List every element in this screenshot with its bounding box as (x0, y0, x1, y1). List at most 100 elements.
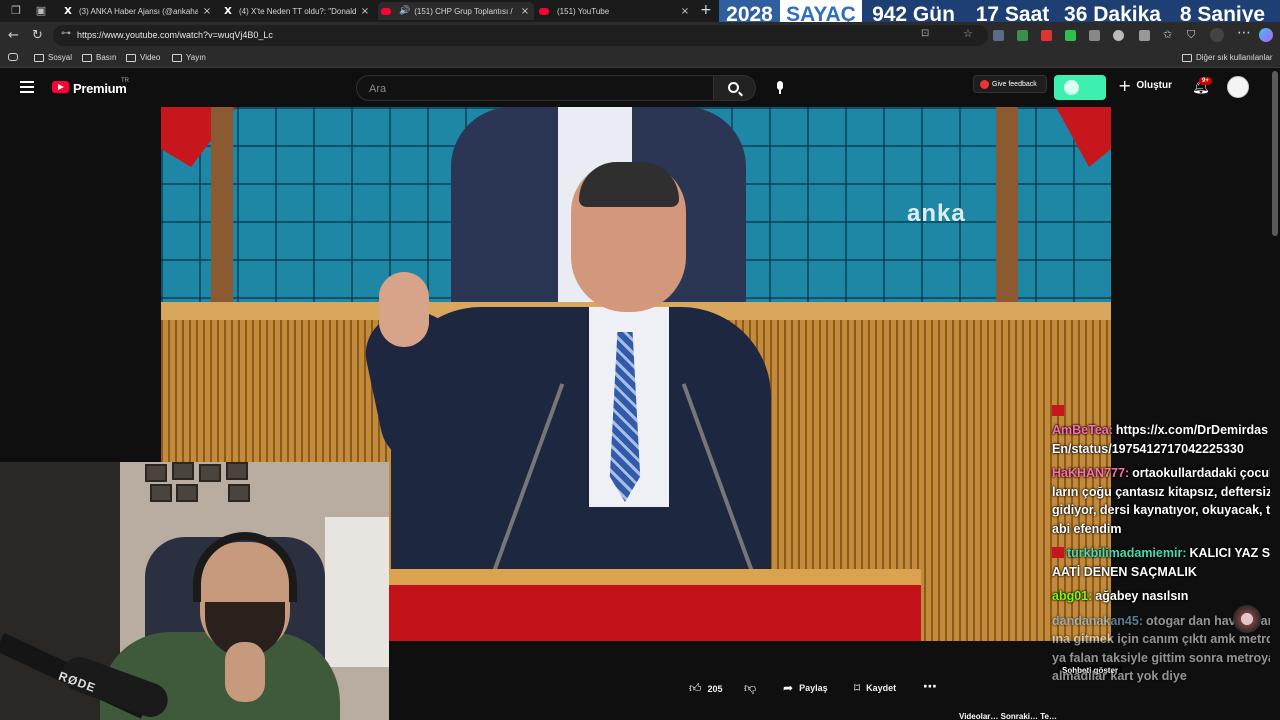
url-text[interactable]: https://www.youtube.com/watch?v=wuqVj4B0… (77, 30, 273, 40)
favorites-icon[interactable]: ✩ (1163, 28, 1172, 41)
notification-count-badge: 9+ (1199, 77, 1212, 85)
chat-message: abg01: ağabey nasılsın (1052, 587, 1276, 606)
youtube-icon (538, 7, 549, 15)
video-watermark: anka (907, 200, 966, 227)
bookmark-folder-yayin[interactable]: Yayın (172, 53, 206, 62)
streamer-hand (225, 642, 265, 702)
save-button[interactable]: ⌑ Kaydet (854, 681, 896, 695)
page-scrollbar[interactable] (1270, 69, 1280, 720)
chat-badge-icon (1052, 547, 1064, 558)
address-bar-row: ← ↻ ⊶ https://www.youtube.com/watch?v=wu… (0, 22, 1280, 49)
bookmark-star-icon[interactable]: ☆ (963, 27, 973, 40)
scrollbar-thumb[interactable] (1272, 71, 1278, 236)
tab-title: (4) X'te Neden TT oldu?: "Donald (239, 6, 356, 16)
search-placeholder: Ara (369, 83, 387, 95)
chat-message: HaKHAN777: ortaokullardadaki çocukların ç… (1052, 464, 1276, 538)
like-button[interactable]: 👍︎ 205 (689, 681, 723, 696)
tab-close-icon[interactable]: × (680, 6, 690, 17)
search-input[interactable]: Ara (356, 75, 714, 101)
picture-frame (176, 484, 198, 502)
feedback-icon (980, 79, 989, 89)
reload-icon[interactable]: ↻ (32, 28, 43, 43)
tab-close-icon[interactable]: × (520, 6, 530, 17)
webcam-overlay: RØDE (0, 462, 389, 720)
speaker-icon[interactable]: 🔊 (399, 6, 410, 16)
extension-icon[interactable] (1089, 30, 1100, 41)
chat-text: ağabey nasılsın (1095, 589, 1189, 603)
tab-title: (151) CHP Grup Toplantısı / (414, 6, 513, 16)
podium-edge (389, 569, 921, 585)
thumbs-down-icon: 👎︎ (744, 681, 757, 695)
extensions-puzzle-icon[interactable] (1139, 30, 1150, 41)
browser-menu-icon[interactable]: ⋯ (1237, 25, 1251, 41)
voice-search-icon[interactable] (776, 81, 784, 94)
other-bookmarks[interactable]: Diğer sık kullanılanlar (1182, 53, 1272, 62)
chat-message: turkbilimadamiemir: KALICI YAZ SAATİ DENE… (1052, 544, 1276, 581)
extension-icon[interactable] (1113, 30, 1124, 41)
picture-frame (226, 462, 248, 480)
x-icon: X (224, 5, 232, 17)
youtube-icon (380, 7, 391, 15)
bookmark-folder-basin[interactable]: Basın (82, 53, 116, 62)
reading-list-icon[interactable] (8, 53, 22, 61)
folder-icon (172, 53, 182, 62)
picture-frame (145, 464, 167, 482)
folder-icon (126, 53, 136, 62)
folder-icon (1182, 53, 1192, 62)
search-icon (728, 82, 739, 93)
chat-username: turkbilimadamiemir: (1067, 546, 1187, 560)
give-feedback-button[interactable]: Give feedback (973, 75, 1047, 93)
folder-icon (34, 53, 44, 62)
chat-username: abg01: (1052, 589, 1093, 603)
more-actions-icon[interactable]: ⋯ (923, 679, 937, 695)
youtube-masthead: Premium TR Ara Give feedback + Oluştur 🔔︎… (0, 69, 1270, 107)
extension-icon[interactable] (1017, 30, 1028, 41)
wooden-post (996, 107, 1018, 307)
tab-actions-icon[interactable]: ▣ (33, 3, 49, 19)
share-button[interactable]: ➦ Paylaş (783, 681, 828, 695)
hamburger-menu-icon[interactable] (20, 81, 34, 93)
workspaces-icon[interactable]: ❐ (8, 3, 24, 19)
chat-username: AmBeTea: (1052, 423, 1113, 437)
toggle-knob (1064, 80, 1079, 95)
back-icon[interactable]: ← (8, 28, 19, 43)
x-icon: X (64, 5, 72, 17)
shield-icon[interactable]: ⛉ (1187, 28, 1195, 42)
translate-icon[interactable]: ⊡ (921, 28, 929, 39)
copilot-icon[interactable] (1259, 28, 1273, 42)
profile-avatar[interactable] (1210, 28, 1224, 42)
dislike-button[interactable]: 👎︎ (744, 681, 762, 696)
chat-username: HaKHAN777: (1052, 466, 1130, 480)
youtube-logo-icon[interactable] (52, 81, 69, 93)
create-button[interactable]: + Oluştur (1118, 77, 1172, 93)
stream-chat-overlay: AmBeTea: https://x.com/DrDemirdasEn/statu… (1052, 405, 1276, 692)
site-info-icon[interactable]: ⊶ (61, 28, 71, 39)
extension-icon[interactable] (1065, 30, 1076, 41)
address-bar[interactable]: ⊶ https://www.youtube.com/watch?v=wuqVj4… (53, 25, 988, 46)
extension-icon[interactable] (1041, 30, 1052, 41)
bookmark-folder-sosyal[interactable]: Sosyal (34, 53, 72, 62)
picture-frame (199, 464, 221, 482)
youtube-premium-brand[interactable]: Premium (73, 81, 127, 96)
tab-close-icon[interactable]: × (360, 6, 370, 17)
tab-youtube[interactable]: (151) YouTube × (536, 2, 694, 20)
bookmark-folder-video[interactable]: Video (126, 53, 160, 62)
chat-badge-icon (1052, 405, 1064, 416)
extension-icon[interactable] (993, 30, 1004, 41)
wooden-post (211, 107, 233, 307)
search-button[interactable] (714, 75, 756, 101)
tab-x-trends[interactable]: X (4) X'te Neden TT oldu?: "Donald × (218, 2, 374, 20)
chat-username: dandanakan45: (1052, 613, 1144, 628)
folder-icon (82, 53, 92, 62)
picture-frame (172, 462, 194, 480)
new-tab-button[interactable]: + (700, 2, 712, 18)
account-avatar[interactable] (1227, 76, 1249, 98)
tab-chp-video[interactable]: 🔊 (151) CHP Grup Toplantısı / × (378, 2, 534, 20)
extension-toggle-button[interactable] (1054, 75, 1106, 100)
country-code: TR (121, 78, 129, 84)
bottom-chips[interactable]: Videolar… Sonraki… Te… (959, 712, 1259, 720)
bookmarks-bar: Sosyal Basın Video Yayın Diğer sık kulla… (0, 49, 1280, 68)
tab-close-icon[interactable]: × (202, 6, 212, 17)
tab-anka[interactable]: X (3) ANKA Haber Ajansı (@ankaha × (58, 2, 216, 20)
picture-frame (228, 484, 250, 502)
